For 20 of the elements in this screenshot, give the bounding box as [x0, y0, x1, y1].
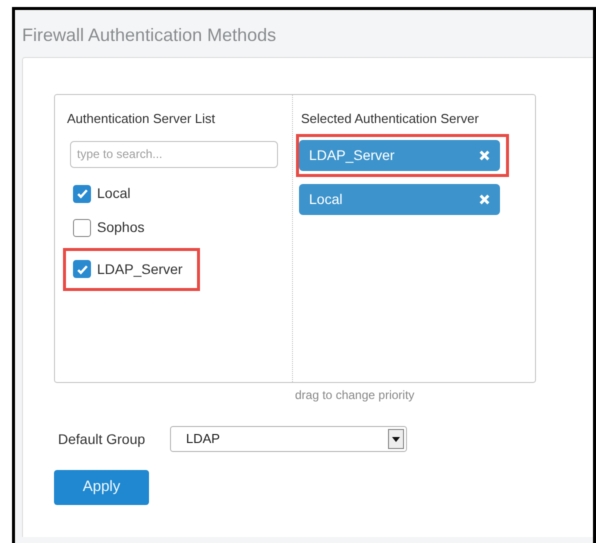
- field-label: Default Group: [58, 430, 146, 449]
- checkmark-icon: [76, 187, 88, 200]
- server-label: Sophos: [97, 218, 144, 237]
- checkbox[interactable]: [73, 260, 91, 278]
- checkbox[interactable]: [73, 218, 91, 236]
- server-label: Local: [97, 184, 130, 203]
- server-label: LDAP_Server: [97, 260, 183, 279]
- server-chip[interactable]: LDAP_Server: [299, 140, 500, 170]
- column-heading: Selected Authentication Server: [301, 110, 480, 128]
- search-field[interactable]: type to search...: [70, 140, 278, 168]
- server-chip[interactable]: Local: [299, 184, 500, 214]
- close-icon[interactable]: [479, 194, 490, 204]
- checkmark-icon: [76, 262, 88, 276]
- apply-button[interactable]: Apply: [54, 470, 149, 505]
- group-select[interactable]: LDAP: [170, 426, 407, 452]
- hint-text: drag to change priority: [295, 387, 416, 404]
- panel-title: Firewall Authentication Methods: [22, 24, 278, 47]
- checkbox[interactable]: [73, 184, 91, 202]
- column-heading: Authentication Server List: [67, 110, 216, 128]
- close-icon[interactable]: [479, 150, 490, 160]
